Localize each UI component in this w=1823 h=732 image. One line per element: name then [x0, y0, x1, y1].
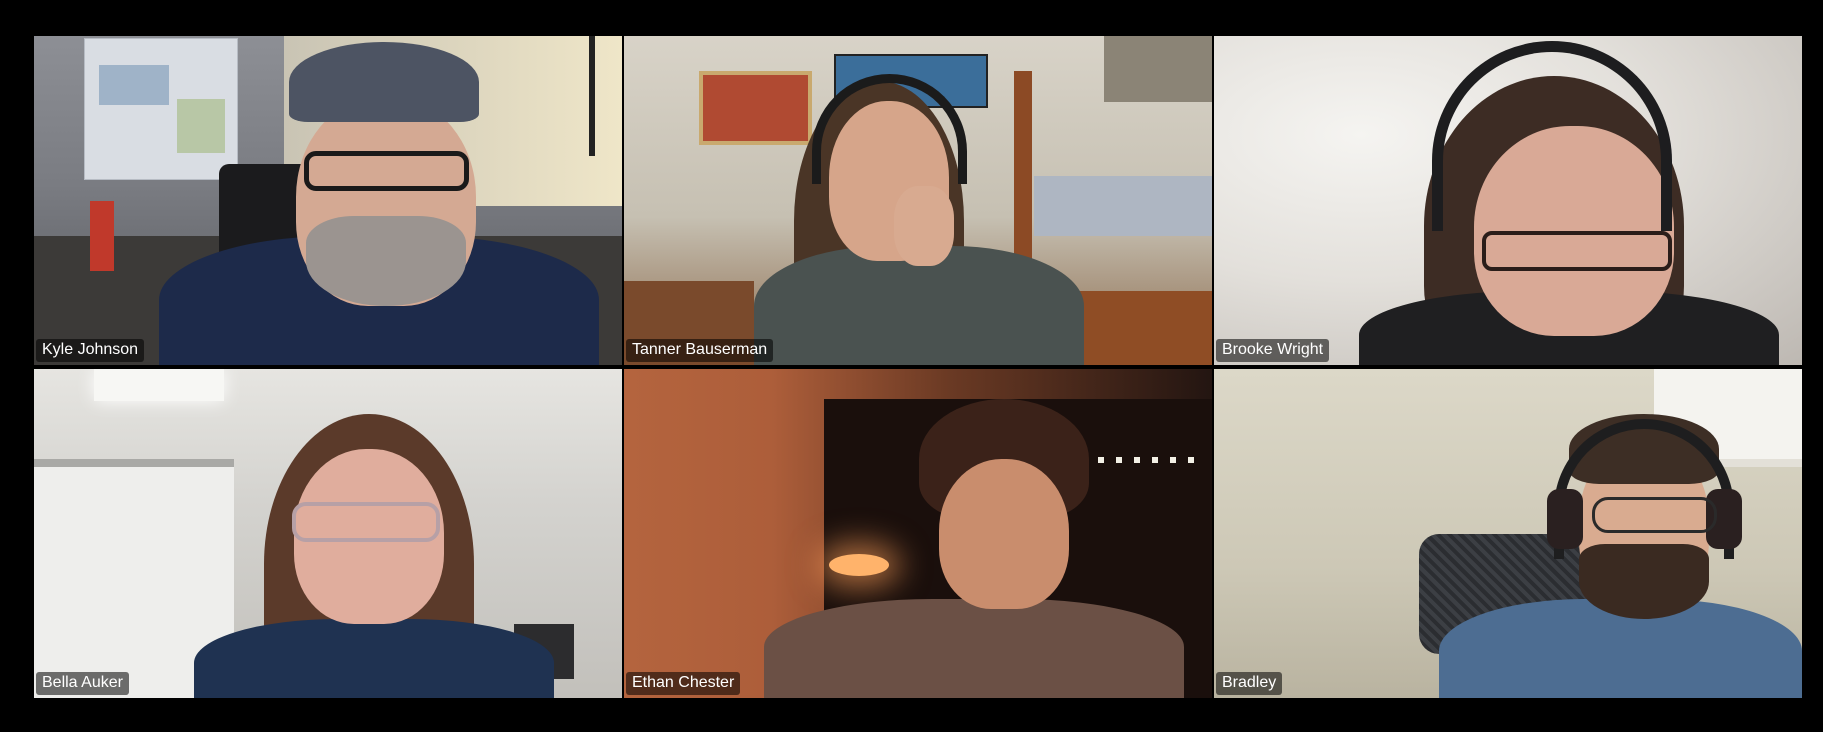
wall-poster [84, 38, 238, 180]
participant-name-label: Tanner Bauserman [626, 339, 774, 362]
participant-name-label: Brooke Wright [1216, 339, 1330, 362]
video-tile-participant-1[interactable]: Kyle Johnson [34, 36, 622, 365]
video-feed [1214, 36, 1802, 365]
video-tile-participant-2[interactable]: Tanner Bauserman [624, 36, 1212, 365]
participant-glasses [304, 151, 469, 191]
participant-name-label: Kyle Johnson [36, 339, 145, 362]
video-call-window: Kyle Johnson Tanner Bauserman Brooke Wri… [0, 0, 1823, 732]
participant-torso [764, 599, 1184, 698]
video-tile-participant-4[interactable]: Bella Auker [34, 369, 622, 698]
bed [1034, 176, 1212, 236]
wall-picture [699, 71, 812, 145]
video-tile-participant-6[interactable]: Bradley [1214, 369, 1802, 698]
video-tile-participant-5[interactable]: Ethan Chester [624, 369, 1212, 698]
video-feed [1214, 369, 1802, 698]
participant-beard [306, 216, 466, 306]
participant-glasses [1592, 497, 1717, 533]
desk-lamp [829, 554, 889, 576]
gallery-view: Kyle Johnson Tanner Bauserman Brooke Wri… [34, 36, 1802, 698]
video-feed [624, 369, 1212, 698]
participant-name-label: Ethan Chester [626, 672, 741, 695]
headset-earcup [1547, 489, 1583, 549]
wall-picture [1104, 36, 1212, 102]
participant-name-label: Bella Auker [36, 672, 129, 695]
video-feed [34, 36, 622, 365]
headset [1432, 41, 1672, 231]
video-feed [624, 36, 1212, 365]
floor-lamp [589, 36, 595, 156]
participant-torso [194, 619, 554, 698]
video-feed [34, 369, 622, 698]
participant-glasses [1482, 231, 1672, 271]
participant-hand [894, 186, 954, 266]
participant-glasses [292, 502, 440, 542]
ceiling-light [94, 369, 224, 401]
participant-cap [289, 42, 479, 122]
snack-box [90, 201, 114, 271]
participant-face [939, 459, 1069, 609]
participant-name-label: Bradley [1216, 672, 1283, 695]
video-tile-participant-3[interactable]: Brooke Wright [1214, 36, 1802, 365]
